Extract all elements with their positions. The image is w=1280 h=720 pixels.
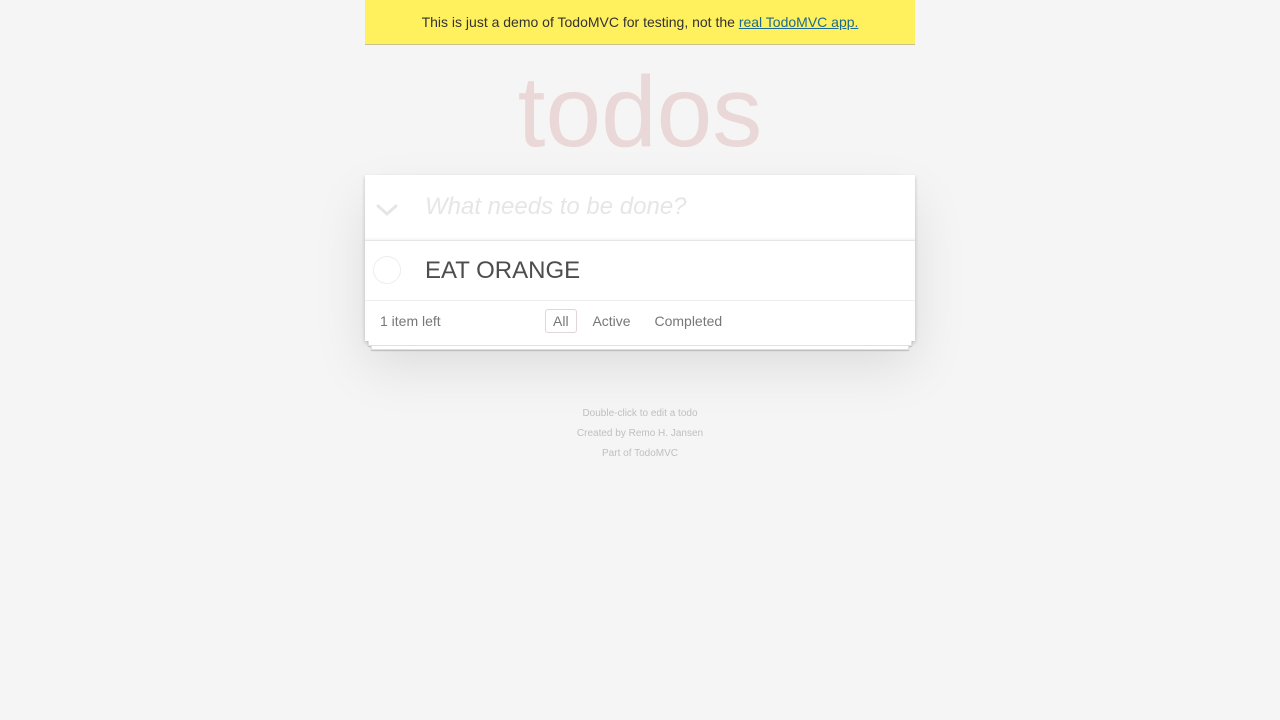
info-footer: Double-click to edit a todo Created by R…: [365, 404, 915, 464]
filters: All Active Completed: [545, 309, 734, 333]
todo-item[interactable]: EAT ORANGE: [365, 241, 915, 301]
filter-all[interactable]: All: [545, 309, 577, 333]
todo-label[interactable]: EAT ORANGE: [425, 241, 580, 300]
todo-app: EAT ORANGE 1 item left All Active Comple…: [365, 175, 915, 341]
new-todo-header: [365, 175, 915, 241]
filter-completed[interactable]: Completed: [646, 309, 730, 333]
todo-count: 1 item left: [380, 313, 441, 329]
new-todo-input[interactable]: [425, 175, 905, 239]
circle-checkbox-icon[interactable]: [373, 256, 401, 284]
info-created-by: Created by Remo H. Jansen: [576, 428, 704, 439]
info-edit-hint: Double-click to edit a todo: [582, 408, 698, 419]
stack-shadow-2: [371, 346, 909, 350]
chevron-down-icon[interactable]: [374, 197, 400, 223]
demo-banner: This is just a demo of TodoMVC for testi…: [365, 0, 915, 45]
todo-list: EAT ORANGE: [365, 241, 915, 301]
todo-footer: 1 item left All Active Completed: [365, 301, 915, 341]
info-part-of: Part of TodoMVC: [602, 448, 678, 459]
real-todomvc-link[interactable]: real TodoMVC app.: [739, 14, 859, 30]
app-title: todos: [517, 56, 763, 168]
demo-banner-text: This is just a demo of TodoMVC for testi…: [421, 14, 739, 30]
filter-active[interactable]: Active: [584, 309, 638, 333]
